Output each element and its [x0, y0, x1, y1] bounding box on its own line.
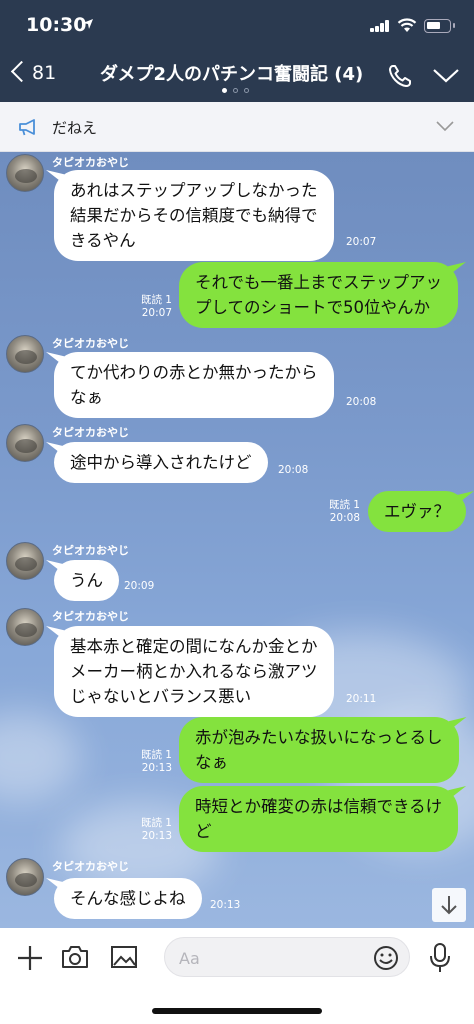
read-receipt: 既読 1 — [328, 499, 360, 511]
message-line: あれはステップアップしなかった — [70, 181, 318, 200]
message-time: 20:08 — [329, 512, 360, 524]
sender-name: タピオカおやじ — [52, 426, 129, 439]
plus-icon[interactable] — [16, 944, 44, 972]
phone-icon[interactable] — [386, 62, 414, 90]
back-button[interactable]: 81 — [10, 60, 60, 90]
message-line: 時短とか確変の赤は信頼できるけ — [195, 797, 443, 816]
message-line: うん — [70, 571, 103, 590]
message-line: てか代わりの赤とか無かったから — [70, 363, 318, 382]
status-bar: 10:30 — [0, 0, 474, 48]
chat-header: 81 ダメプ2人のパチンコ奮闘記 (4) — [0, 48, 474, 102]
megaphone-icon — [19, 119, 35, 136]
message-time: 20:13 — [141, 762, 172, 774]
sender-name: タピオカおやじ — [52, 544, 129, 557]
message-line: プしてのショートで50位やんか — [195, 298, 431, 317]
battery-icon — [424, 19, 455, 33]
camera-icon[interactable] — [60, 944, 90, 970]
message-bubble[interactable]: エヴァ？ — [368, 491, 474, 532]
message-time: 20:08 — [278, 464, 309, 476]
message-line: 赤が泡みたいな扱いになっとるし — [195, 728, 443, 747]
message-time: 20:07 — [141, 307, 172, 319]
message-line: エヴァ？ — [384, 502, 450, 521]
read-receipt: 既読 1 — [140, 294, 172, 306]
message-bubble[interactable]: あれはステップアップしなかった 結果だからその信頼度でも納得で きるやん — [46, 170, 334, 261]
message-bubble[interactable]: それでも一番上までステップアッ プしてのショートで50位やんか — [179, 262, 467, 328]
read-receipt: 既読 1 — [140, 817, 172, 829]
status-time: 10:30 — [26, 14, 87, 36]
avatar[interactable] — [6, 424, 44, 462]
message-text-field[interactable] — [179, 946, 349, 970]
emoji-icon[interactable] — [373, 945, 399, 971]
message-line: なぁ — [70, 388, 103, 407]
message-bubble[interactable]: そんな感じよね — [46, 878, 202, 919]
message-line: なぁ — [195, 753, 228, 772]
message-line: きるやん — [70, 231, 136, 250]
message-time: 20:13 — [210, 899, 241, 911]
message-bubble[interactable]: 基本赤と確定の間になんか金とか メーカー柄とか入れるなら激アツ じゃないとバラン… — [46, 626, 334, 717]
wifi-icon — [397, 18, 417, 32]
image-icon[interactable] — [110, 944, 138, 970]
message-time: 20:08 — [346, 396, 377, 408]
sender-name: タピオカおやじ — [52, 337, 129, 350]
message-line: ど — [195, 822, 212, 841]
message-line: じゃないとバランス悪い — [70, 687, 252, 706]
sender-name: タピオカおやじ — [52, 610, 129, 623]
message-time: 20:13 — [141, 830, 172, 842]
avatar[interactable] — [6, 335, 44, 373]
chat-area[interactable]: タピオカおやじ あれはステップアップしなかった 結果だからその信頼度でも納得で … — [0, 152, 474, 928]
message-line: そんな感じよね — [70, 889, 186, 908]
avatar[interactable] — [6, 154, 44, 192]
message-bubble[interactable]: うん — [46, 560, 119, 601]
message-line: それでも一番上までステップアッ — [195, 273, 443, 292]
avatar[interactable] — [6, 542, 44, 580]
message-time: 20:09 — [124, 580, 155, 592]
message-bubble[interactable]: 赤が泡みたいな扱いになっとるし なぁ — [179, 717, 467, 783]
location-arrow-icon — [83, 19, 93, 29]
message-bubble[interactable]: 途中から導入されたけど — [46, 442, 268, 483]
arrow-down-icon — [441, 896, 457, 915]
message-input[interactable] — [164, 937, 410, 977]
chevron-down-icon[interactable] — [436, 120, 454, 132]
message-line: 基本赤と確定の間になんか金とか — [70, 637, 318, 656]
sender-name: タピオカおやじ — [52, 860, 129, 873]
message-time: 20:07 — [346, 236, 377, 248]
unread-count: 81 — [32, 62, 57, 84]
message-bubble[interactable]: 時短とか確変の赤は信頼できるけ ど — [179, 786, 467, 852]
announcement-bar[interactable]: だねえ — [0, 102, 474, 152]
message-line: 途中から導入されたけど — [70, 453, 252, 472]
avatar[interactable] — [6, 858, 44, 896]
sender-name: タピオカおやじ — [52, 156, 129, 169]
back-chevron-icon — [10, 60, 33, 83]
message-line: 結果だからその信頼度でも納得で — [70, 206, 318, 225]
message-line: メーカー柄とか入れるなら激アツ — [70, 662, 318, 681]
scroll-to-bottom-button[interactable] — [432, 888, 466, 922]
avatar[interactable] — [6, 608, 44, 646]
message-time: 20:11 — [346, 693, 377, 705]
home-indicator — [152, 1008, 322, 1014]
chat-title: ダメプ2人のパチンコ奮闘記 (4) — [100, 64, 364, 85]
announcement-text: だねえ — [52, 119, 98, 137]
microphone-icon[interactable] — [428, 942, 452, 974]
read-receipt: 既読 1 — [140, 749, 172, 761]
chevron-down-icon[interactable] — [432, 64, 460, 86]
message-bubble[interactable]: てか代わりの赤とか無かったから なぁ — [46, 352, 334, 418]
signal-icon — [370, 20, 390, 32]
